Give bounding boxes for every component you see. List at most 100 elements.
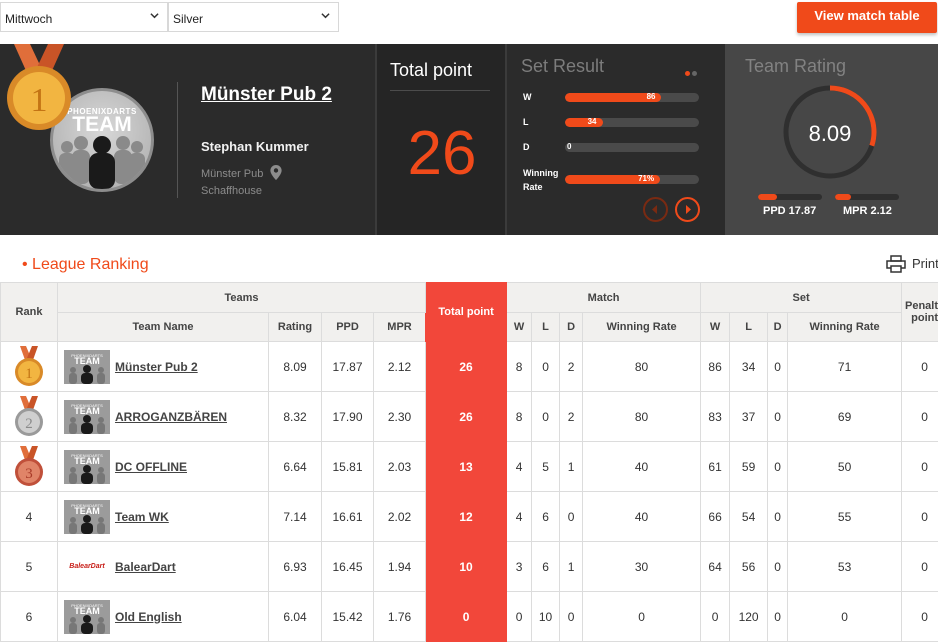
team-name-link[interactable]: DC OFFLINE bbox=[115, 460, 187, 474]
ppd-cell: 17.90 bbox=[321, 391, 374, 442]
penalty-cell: 0 bbox=[901, 441, 938, 492]
league-select-value: Silver bbox=[173, 12, 204, 26]
table-row: 5 BalearDart BalearDart 6.93 16.45 1.94 10 3 6 1 3… bbox=[0, 541, 938, 592]
gold-medal-icon: 1 bbox=[7, 44, 71, 130]
table-row: 3 PHOENIXDARTS TEAM DC OFFLINE 6.64 15.81 2.… bbox=[0, 441, 938, 492]
total-point-cell: 12 bbox=[425, 491, 508, 542]
total-point-cell: 10 bbox=[425, 541, 508, 592]
match-winning-rate-cell: 0 bbox=[582, 591, 702, 642]
ppd-cell: 17.87 bbox=[321, 341, 374, 392]
league-ranking-table: Rank Teams Total point Match Set Penalty… bbox=[0, 282, 938, 642]
set-w-cell: 66 bbox=[700, 491, 731, 542]
location-pin-icon[interactable] bbox=[270, 165, 282, 180]
print-label: Print bbox=[912, 256, 938, 271]
rating-cell: 8.32 bbox=[268, 391, 322, 442]
carousel-dot-active[interactable] bbox=[685, 71, 690, 76]
ppd-cell: 15.42 bbox=[321, 591, 374, 642]
mpr-cell: 2.03 bbox=[372, 441, 427, 492]
match-d-cell: 1 bbox=[559, 441, 584, 492]
match-w-cell: 0 bbox=[506, 591, 533, 642]
rating-cell: 6.64 bbox=[268, 441, 322, 492]
view-match-table-button[interactable]: View match table bbox=[797, 2, 937, 33]
team-name-link[interactable]: Team WK bbox=[115, 510, 169, 524]
team-info-panel: PHOENIXDARTS TEAM 1 Münster Pub 2 Stepha… bbox=[0, 44, 375, 235]
match-l-cell: 0 bbox=[531, 391, 561, 442]
mpr-bar-fill bbox=[835, 194, 851, 200]
set-winning-rate-cell: 71 bbox=[787, 341, 903, 392]
header-set-l: L bbox=[729, 312, 769, 342]
prev-button[interactable] bbox=[643, 197, 668, 222]
rating-cell: 8.09 bbox=[268, 341, 322, 392]
chevron-left-icon bbox=[652, 205, 657, 214]
set-winning-rate-bar-value: 71% bbox=[638, 175, 655, 183]
team-cell: BalearDart BalearDart bbox=[57, 541, 269, 592]
ppd-bar-fill bbox=[758, 194, 778, 200]
team-thumbnail: PHOENIXDARTS TEAM bbox=[64, 349, 110, 384]
divider bbox=[390, 90, 490, 91]
mpr-cell: 2.02 bbox=[372, 491, 427, 542]
rank-cell: 3 bbox=[0, 441, 58, 492]
set-d-bar: 0 bbox=[565, 143, 699, 152]
team-name-link[interactable]: Old English bbox=[115, 610, 182, 624]
mpr-cell: 1.76 bbox=[372, 591, 427, 642]
team-cell: PHOENIXDARTS TEAM Old English bbox=[57, 591, 269, 642]
header-teams: Teams bbox=[56, 282, 427, 313]
match-winning-rate-cell: 80 bbox=[582, 341, 702, 392]
carousel-dot[interactable] bbox=[692, 71, 697, 76]
match-d-cell: 0 bbox=[559, 591, 584, 642]
set-d-cell: 0 bbox=[767, 541, 789, 592]
penalty-cell: 0 bbox=[901, 341, 938, 392]
mpr-cell: 2.12 bbox=[372, 341, 427, 392]
team-rating-panel: Team Rating 8.09 PPD 17.87 MPR 2.12 bbox=[725, 44, 938, 235]
medal-rank-text: 1 bbox=[25, 366, 33, 382]
set-d-cell: 0 bbox=[767, 491, 789, 542]
team-name-link[interactable]: ARROGANZBÄREN bbox=[115, 410, 227, 424]
mpr-bar bbox=[835, 194, 899, 200]
team-rating-value: 8.09 bbox=[808, 121, 852, 146]
header-set: Set bbox=[700, 282, 903, 313]
chevron-down-icon bbox=[150, 13, 159, 19]
team-name-link[interactable]: BalearDart bbox=[115, 560, 176, 574]
next-button[interactable] bbox=[675, 197, 700, 222]
total-point-panel: Total point 26 bbox=[375, 44, 505, 235]
printer-icon bbox=[886, 255, 906, 273]
penalty-cell: 0 bbox=[901, 491, 938, 542]
match-winning-rate-cell: 40 bbox=[582, 491, 702, 542]
set-l-cell: 34 bbox=[729, 341, 769, 392]
header-match: Match bbox=[506, 282, 702, 313]
set-w-bar: 86 bbox=[565, 93, 699, 102]
set-w-cell: 86 bbox=[700, 341, 731, 392]
penalty-cell: 0 bbox=[901, 541, 938, 592]
team-thumbnail: PHOENIXDARTS TEAM bbox=[64, 399, 110, 434]
chevron-down-icon bbox=[321, 13, 330, 19]
set-row-w-label: W bbox=[523, 92, 532, 102]
total-point-cell: 13 bbox=[425, 441, 508, 492]
header-rating: Rating bbox=[268, 312, 322, 342]
ppd-label: PPD 17.87 bbox=[763, 205, 817, 217]
match-d-cell: 1 bbox=[559, 541, 584, 592]
header-ppd: PPD bbox=[321, 312, 374, 342]
set-w-cell: 64 bbox=[700, 541, 731, 592]
day-select[interactable]: Mittwoch bbox=[0, 2, 168, 32]
team-thumbnail: BalearDart bbox=[69, 562, 105, 570]
match-w-cell: 8 bbox=[506, 341, 533, 392]
league-select[interactable]: Silver bbox=[168, 2, 339, 32]
set-winning-rate-cell: 69 bbox=[787, 391, 903, 442]
header-penalty: Penalty point bbox=[901, 282, 938, 342]
match-winning-rate-cell: 40 bbox=[582, 441, 702, 492]
total-point-title: Total point bbox=[390, 60, 473, 80]
match-d-cell: 2 bbox=[559, 391, 584, 442]
rating-cell: 6.04 bbox=[268, 591, 322, 642]
penalty-cell: 0 bbox=[901, 591, 938, 642]
header-rank: Rank bbox=[0, 282, 58, 342]
rank-cell: 1 bbox=[0, 341, 58, 392]
carousel-dots[interactable] bbox=[685, 63, 699, 81]
header-set-winning-rate: Winning Rate bbox=[787, 312, 903, 342]
team-name-link[interactable]: Münster Pub 2 bbox=[201, 84, 332, 106]
ppd-cell: 15.81 bbox=[321, 441, 374, 492]
set-row-winning-rate-label: Winning Rate bbox=[523, 168, 559, 192]
team-name-link[interactable]: Münster Pub 2 bbox=[115, 360, 198, 374]
set-d-cell: 0 bbox=[767, 341, 789, 392]
league-ranking-title-text: League Ranking bbox=[32, 256, 149, 273]
match-l-cell: 6 bbox=[531, 491, 561, 542]
